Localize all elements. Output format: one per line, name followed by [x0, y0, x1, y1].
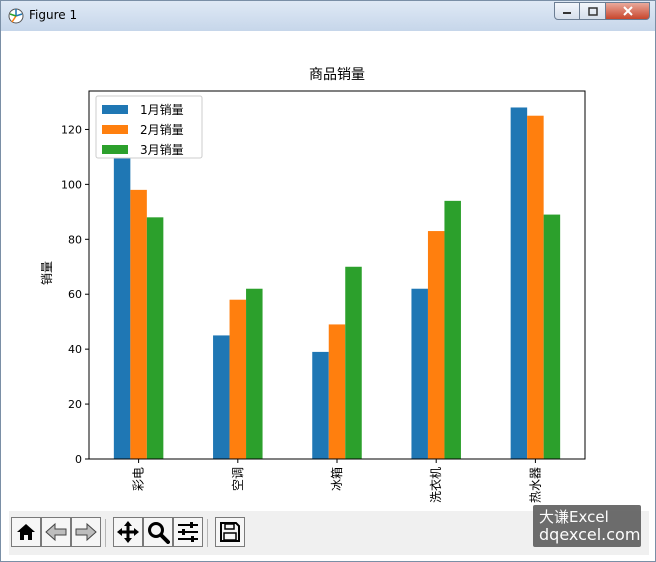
y-tick-label: 40 — [68, 343, 82, 356]
legend: 1月销量 2月销量 3月销量 — [95, 95, 203, 159]
legend-entry: 2月销量 — [140, 123, 184, 137]
watermark: 大谦Excel dqexcel.com — [533, 505, 641, 547]
y-axis: 0 20 40 60 80 100 120 — [61, 123, 89, 466]
y-tick-label: 100 — [61, 178, 82, 191]
configure-subplots-icon — [178, 522, 198, 542]
watermark-line2: dqexcel.com — [539, 525, 641, 544]
bar-2-2 — [229, 299, 247, 459]
window-controls — [554, 2, 650, 20]
minimize-icon — [563, 12, 571, 14]
save-button[interactable] — [215, 517, 245, 547]
bar-2-1 — [213, 335, 230, 459]
chart-title: 商品销量 — [309, 67, 365, 83]
legend-swatch — [102, 145, 128, 154]
bars-group — [113, 107, 561, 460]
x-tick-label: 彩电 — [132, 467, 146, 491]
back-button[interactable] — [41, 517, 71, 547]
back-icon — [45, 522, 67, 542]
close-button[interactable] — [606, 2, 650, 20]
bar-4-2 — [427, 231, 445, 459]
y-tick-label: 60 — [68, 288, 82, 301]
save-icon — [220, 522, 240, 542]
legend-entry: 1月销量 — [140, 103, 184, 117]
bar-5-1 — [510, 107, 528, 460]
legend-swatch — [102, 105, 128, 114]
toolbar-separator — [207, 519, 208, 547]
bar-1-2 — [130, 189, 147, 460]
x-axis: 彩电 空调 冰箱 洗衣机 热水器 — [132, 459, 542, 503]
minimize-button[interactable] — [554, 2, 580, 20]
app-icon — [8, 8, 24, 24]
maximize-icon — [587, 6, 598, 16]
bar-3-3 — [345, 266, 362, 459]
bar-chart: 商品销量 销量 0 20 40 60 80 100 120 彩电 空调 冰箱 洗衣机 热水器 1月销… — [40, 67, 586, 503]
bar-4-1 — [411, 288, 428, 459]
legend-swatch — [102, 125, 128, 134]
y-tick-label: 0 — [75, 453, 82, 466]
bar-3-2 — [328, 324, 346, 459]
x-tick-label: 冰箱 — [329, 467, 344, 491]
y-axis-label: 销量 — [40, 261, 54, 285]
zoom-icon — [148, 522, 170, 544]
y-tick-label: 20 — [68, 398, 82, 411]
configure-subplots-button[interactable] — [173, 517, 203, 547]
y-tick-label: 80 — [68, 233, 82, 246]
figure-window: Figure 1 商品销量 销量 0 20 40 60 80 100 120 彩电 空调 冰箱 洗… — [0, 0, 656, 562]
window-title: Figure 1 — [29, 8, 78, 22]
x-tick-label: 洗衣机 — [428, 467, 443, 503]
title-bar[interactable]: Figure 1 — [1, 1, 655, 31]
close-icon — [622, 6, 633, 16]
figure-canvas[interactable]: 商品销量 销量 0 20 40 60 80 100 120 彩电 空调 冰箱 洗衣机 热水器 1月销… — [9, 31, 649, 511]
bar-1-1 — [113, 156, 131, 459]
zoom-button[interactable] — [143, 517, 173, 547]
bar-3-1 — [312, 351, 329, 459]
pan-icon — [117, 521, 139, 543]
bar-5-2 — [527, 115, 544, 459]
maximize-button[interactable] — [580, 2, 606, 20]
watermark-line1: 大谦Excel — [539, 508, 609, 526]
forward-button[interactable] — [71, 517, 101, 547]
bar-1-3 — [146, 217, 164, 459]
home-button[interactable] — [11, 517, 41, 547]
x-tick-label: 热水器 — [528, 467, 542, 503]
bar-5-3 — [543, 214, 561, 459]
bar-2-3 — [246, 288, 263, 459]
y-tick-label: 120 — [61, 123, 82, 136]
forward-icon — [75, 522, 97, 542]
bar-4-3 — [444, 200, 461, 459]
pan-button[interactable] — [113, 517, 143, 547]
home-icon — [17, 524, 35, 540]
legend-entry: 3月销量 — [140, 143, 184, 157]
toolbar-separator — [105, 519, 106, 547]
x-tick-label: 空调 — [231, 467, 245, 491]
